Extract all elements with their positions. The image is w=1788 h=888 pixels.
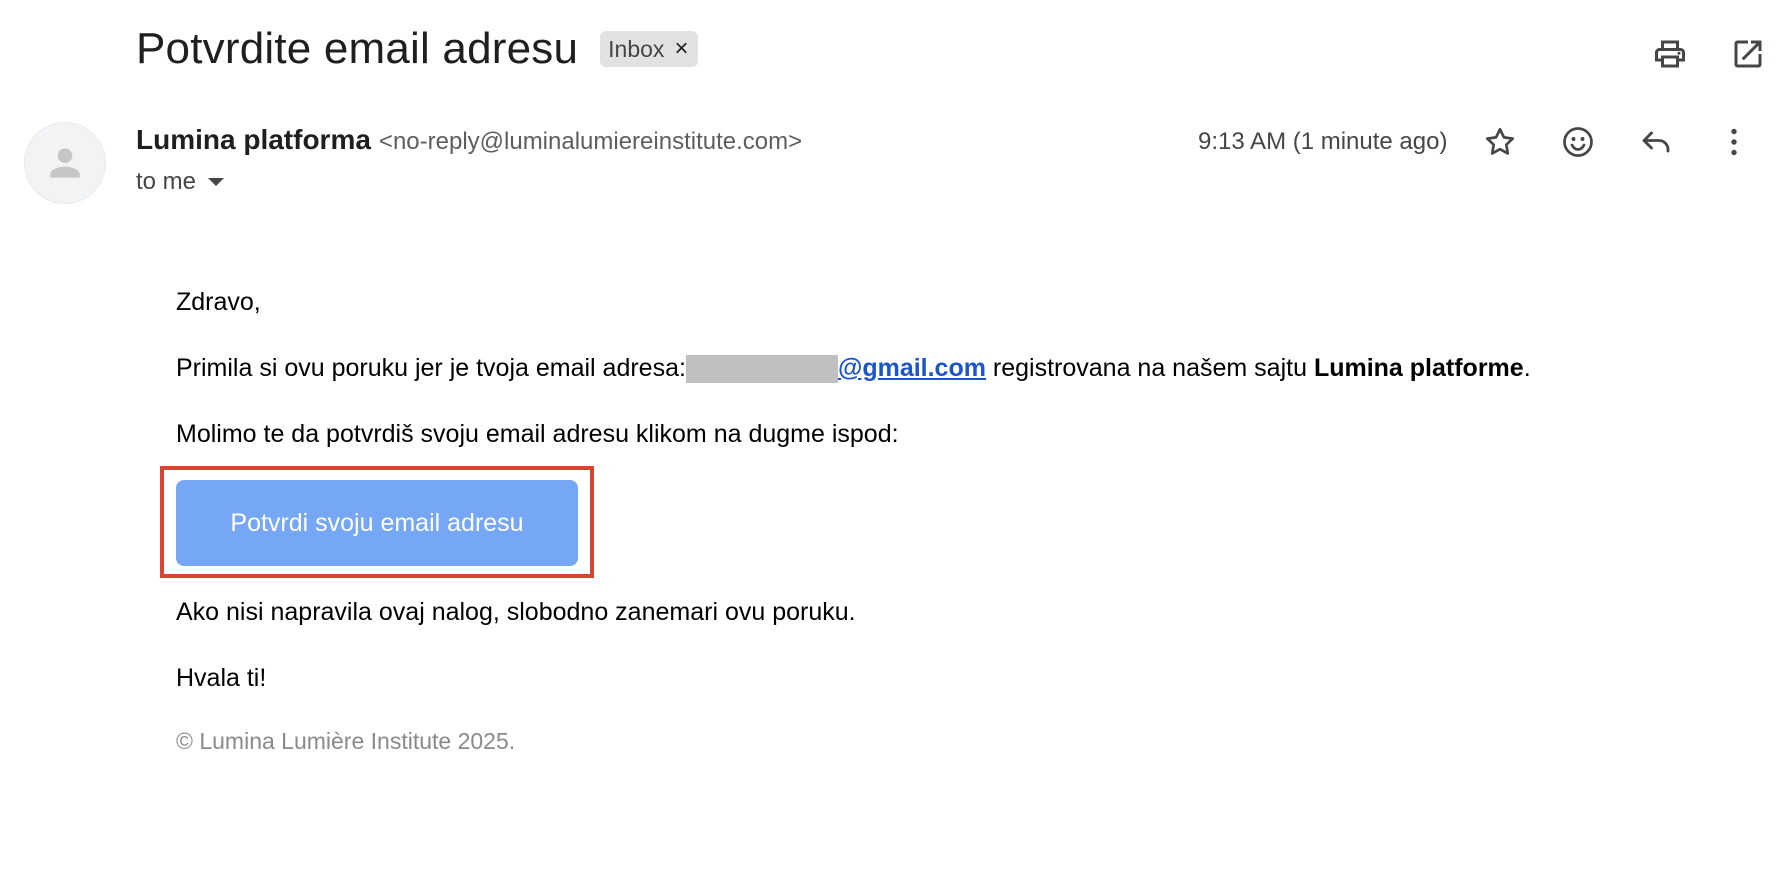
registration-text-middle: registrovana na našem sajtu <box>985 354 1314 382</box>
star-icon <box>1485 127 1515 155</box>
message-actions <box>1480 122 1754 162</box>
recipient-details-dropdown-icon[interactable] <box>208 178 225 186</box>
sender-row: Lumina platforma <no-reply@luminalumiere… <box>136 124 802 156</box>
redacted-email-username <box>685 354 838 383</box>
label-text: Inbox <box>608 35 665 62</box>
brand-name: Lumina platforme <box>1313 354 1524 382</box>
sender-name[interactable]: Lumina platforma <box>136 124 371 156</box>
sender-email: <no-reply@luminalumiereinstitute.com> <box>378 128 803 155</box>
confirm-instruction: Molimo te da potvrdiš svoju email adresu… <box>176 420 899 448</box>
print-button[interactable] <box>1650 34 1690 74</box>
print-icon <box>1655 40 1685 68</box>
reply-icon <box>1642 131 1670 153</box>
person-icon <box>50 148 80 178</box>
registration-text-prefix: Primila si ovu poruku jer je tvoja email… <box>176 354 686 382</box>
confirm-email-button[interactable]: Potvrdi svoju email adresu <box>176 480 578 566</box>
reply-button[interactable] <box>1636 122 1676 162</box>
open-in-new-icon <box>1734 40 1762 68</box>
more-vert-icon <box>1731 128 1737 156</box>
star-button[interactable] <box>1480 122 1520 162</box>
add-reaction-button[interactable] <box>1558 122 1598 162</box>
more-options-button[interactable] <box>1714 122 1754 162</box>
inbox-label-chip[interactable]: Inbox × <box>600 31 699 67</box>
top-actions <box>1650 34 1768 74</box>
ignore-notice: Ako nisi napravila ovaj nalog, slobodno … <box>176 598 856 626</box>
emoji-icon <box>1563 127 1593 157</box>
message-timestamp: 9:13 AM (1 minute ago) <box>1198 128 1448 155</box>
registration-text-end: . <box>1523 354 1531 382</box>
sender-avatar[interactable] <box>24 122 106 204</box>
recipient-row[interactable]: to me <box>136 168 225 196</box>
registration-paragraph: Primila si ovu poruku jer je tvoja email… <box>176 354 1531 383</box>
subject-row: Potvrdite email adresu Inbox × <box>136 24 699 74</box>
greeting: Zdravo, <box>176 288 261 316</box>
thanks-text: Hvala ti! <box>176 664 267 692</box>
copyright-footer: © Lumina Lumière Institute 2025. <box>176 728 516 754</box>
email-address-link[interactable]: @gmail.com <box>838 354 986 383</box>
remove-label-button[interactable]: × <box>674 35 688 63</box>
email-subject: Potvrdite email adresu <box>136 24 579 73</box>
open-in-new-window-button[interactable] <box>1728 34 1768 74</box>
recipient-text: to me <box>136 168 197 195</box>
